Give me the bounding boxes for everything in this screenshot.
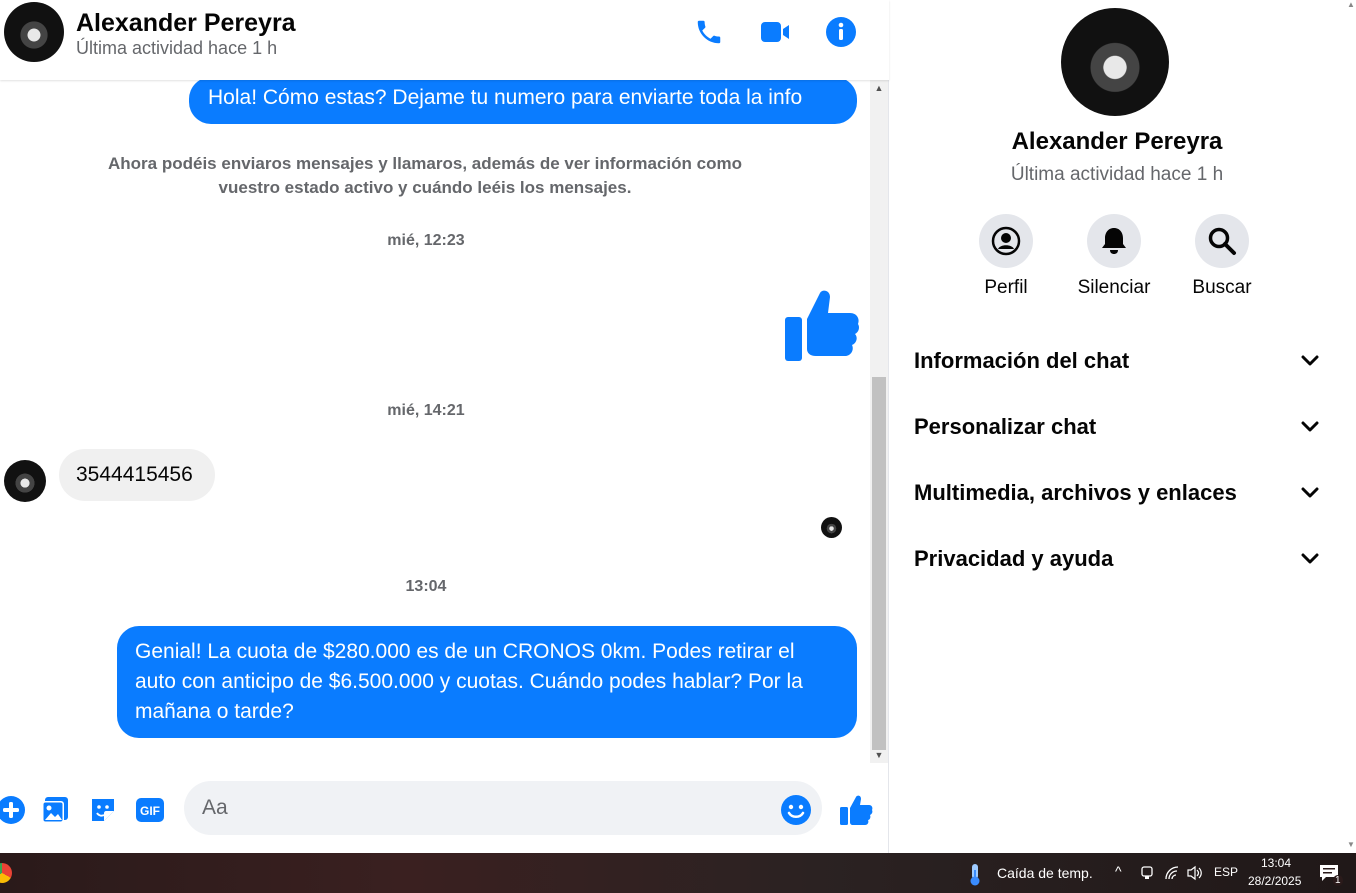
chevron-down-icon — [1301, 421, 1319, 432]
thermometer-icon[interactable] — [966, 862, 984, 891]
message-outgoing[interactable]: Hola! Cómo estas? Dejame tu numero para … — [189, 80, 857, 124]
chevron-down-icon — [1301, 487, 1319, 498]
section-customize-chat[interactable]: Personalizar chat — [914, 402, 1319, 452]
notification-badge: 1 — [1333, 875, 1343, 886]
like-sticker-icon[interactable] — [782, 287, 860, 363]
contact-status: Última actividad hace 1 h — [76, 38, 278, 58]
timestamp: 13:04 — [405, 578, 447, 595]
volume-icon[interactable] — [1186, 865, 1204, 886]
windows-taskbar: Caída de temp. ^ ESP 13:04 28/2/2025 1 — [0, 853, 1356, 893]
profile-label: Perfil — [984, 277, 1028, 298]
contact-name: Alexander Pereyra — [1011, 128, 1223, 155]
system-note: Ahora podéis enviaros mensajes y llamaro… — [108, 154, 742, 197]
scroll-down-arrow[interactable]: ▼ — [870, 747, 888, 763]
chevron-down-icon — [1301, 355, 1319, 366]
timestamp: mié, 14:21 — [387, 402, 465, 419]
search-label: Buscar — [1192, 277, 1252, 298]
message-list: Hola! Cómo estas? Dejame tu numero para … — [0, 80, 870, 763]
contact-name[interactable]: Alexander Pereyra — [76, 9, 296, 38]
profile-icon — [979, 214, 1033, 268]
composer: GIF — [0, 763, 889, 853]
like-icon[interactable] — [839, 793, 873, 827]
image-icon[interactable] — [38, 793, 72, 827]
chrome-icon[interactable] — [0, 863, 12, 883]
section-privacy-help[interactable]: Privacidad y ayuda — [914, 534, 1319, 584]
scroll-up-arrow[interactable]: ▲ — [1347, 0, 1355, 9]
mute-button[interactable]: Silenciar — [1059, 214, 1169, 299]
scroll-up-arrow[interactable]: ▲ — [870, 80, 888, 96]
chat-pane: Alexander Pereyra Última actividad hace … — [0, 0, 889, 853]
plus-icon[interactable] — [0, 793, 28, 827]
timestamp: mié, 12:23 — [387, 232, 465, 249]
chevron-down-icon — [1301, 553, 1319, 564]
video-icon[interactable] — [755, 12, 795, 52]
chat-scrollbar[interactable]: ▲ ▼ — [870, 80, 888, 763]
emoji-icon[interactable] — [779, 793, 813, 827]
section-label: Privacidad y ayuda — [914, 546, 1114, 571]
message-input[interactable] — [184, 781, 822, 835]
info-icon[interactable] — [821, 12, 861, 52]
phone-icon[interactable] — [689, 12, 729, 52]
language-indicator[interactable]: ESP — [1214, 865, 1238, 879]
section-media-files-links[interactable]: Multimedia, archivos y enlaces — [914, 468, 1319, 518]
section-chat-info[interactable]: Información del chat — [914, 336, 1319, 386]
section-label: Multimedia, archivos y enlaces — [914, 480, 1237, 505]
mute-label: Silenciar — [1077, 277, 1151, 298]
bell-icon — [1087, 214, 1141, 268]
profile-button[interactable]: Perfil — [951, 214, 1061, 299]
search-button[interactable]: Buscar — [1167, 214, 1277, 299]
sticker-icon[interactable] — [86, 793, 120, 827]
messenger-app: Alexander Pereyra Última actividad hace … — [0, 0, 1356, 853]
meet-icon[interactable] — [1140, 866, 1154, 885]
page-scrollbar[interactable]: ▲ ▼ — [1345, 0, 1356, 853]
contact-status: Última actividad hace 1 h — [1010, 164, 1224, 185]
wifi-icon[interactable] — [1164, 866, 1180, 885]
section-label: Personalizar chat — [914, 414, 1097, 439]
message-incoming[interactable]: 3544415456 — [59, 449, 215, 501]
clock-time[interactable]: 13:04 — [1261, 856, 1291, 870]
section-label: Información del chat — [914, 348, 1130, 373]
chat-header: Alexander Pereyra Última actividad hace … — [0, 0, 889, 80]
avatar[interactable] — [4, 460, 46, 502]
search-icon — [1195, 214, 1249, 268]
clock-date[interactable]: 28/2/2025 — [1248, 874, 1301, 888]
read-receipt-avatar — [821, 517, 842, 538]
chevron-up-icon[interactable]: ^ — [1115, 863, 1122, 879]
weather-text[interactable]: Caída de temp. — [997, 865, 1093, 881]
scroll-down-arrow[interactable]: ▼ — [1347, 840, 1355, 849]
avatar[interactable] — [4, 2, 64, 62]
scroll-thumb[interactable] — [872, 377, 886, 750]
gif-icon[interactable]: GIF — [133, 793, 167, 827]
message-outgoing[interactable]: Genial! La cuota de $280.000 es de un CR… — [117, 626, 857, 738]
svg-text:GIF: GIF — [140, 804, 160, 818]
conversation-info-panel: Alexander Pereyra Última actividad hace … — [889, 0, 1345, 853]
avatar[interactable] — [1061, 8, 1169, 116]
